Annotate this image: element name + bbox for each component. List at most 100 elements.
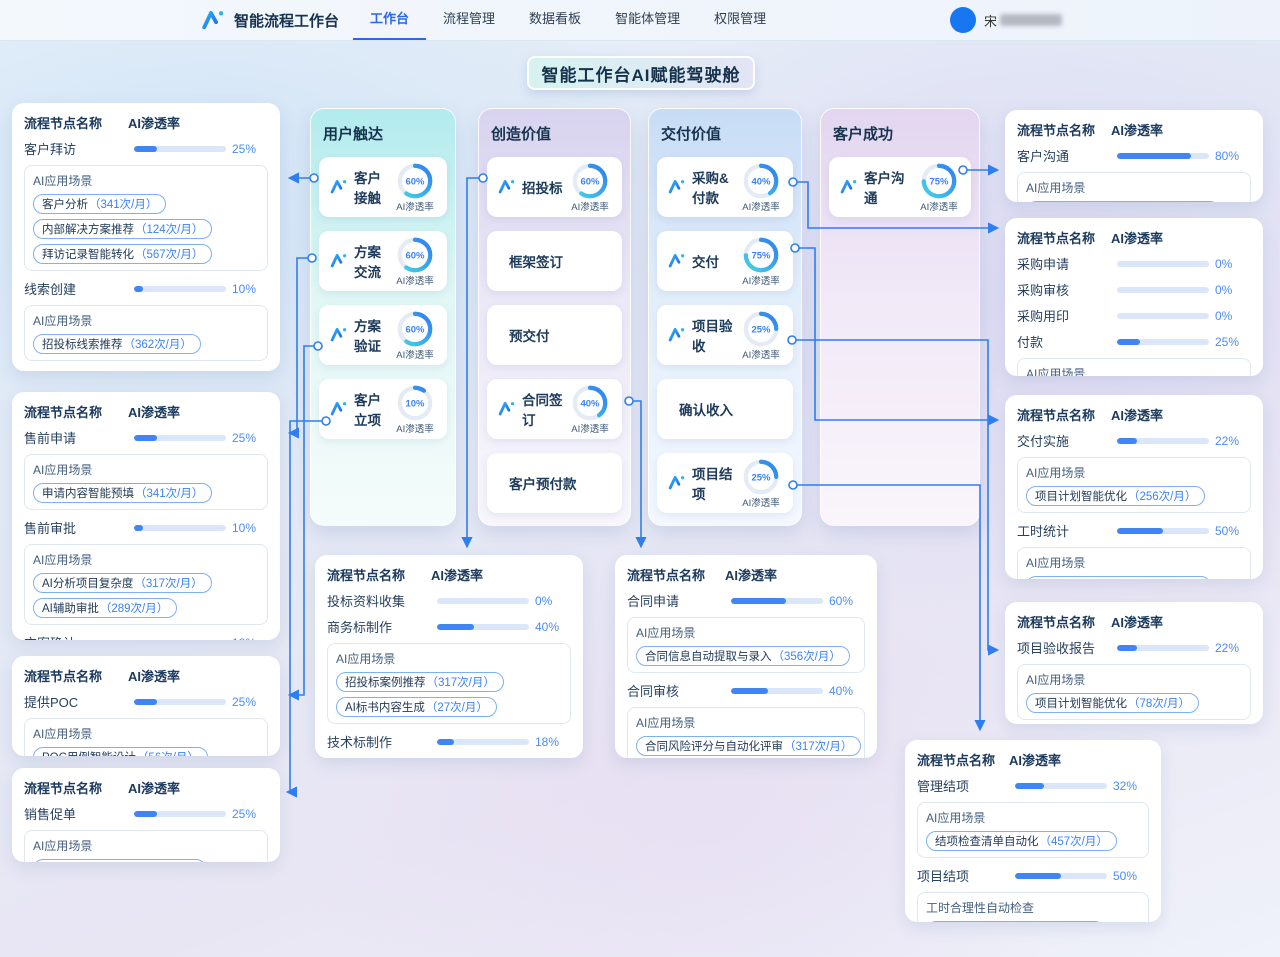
node-name: 合同签订 bbox=[522, 389, 566, 429]
tab-agent-mgmt[interactable]: 智能体管理 bbox=[598, 0, 697, 40]
node-revenue-confirm[interactable]: 确认收入 bbox=[657, 379, 793, 439]
tab-process-mgmt[interactable]: 流程管理 bbox=[426, 0, 512, 40]
avatar[interactable] bbox=[950, 7, 976, 33]
tab-data-dashboard[interactable]: 数据看板 bbox=[512, 0, 598, 40]
scenario-chip[interactable]: 内部解决方案推荐（124次/月） bbox=[33, 219, 212, 239]
scenario-label: AI应用场景 bbox=[33, 312, 259, 329]
tab-permission-mgmt[interactable]: 权限管理 bbox=[697, 0, 783, 40]
col-rate: AI渗透率 bbox=[1111, 612, 1251, 631]
node-solution-verify[interactable]: 方案验证 60%AI渗透率 bbox=[319, 305, 447, 365]
penetration-value: 0% bbox=[535, 594, 571, 608]
app-logo[interactable]: 智能流程工作台 bbox=[200, 7, 339, 34]
node-project-closing[interactable]: 项目结项 25%AI渗透率 bbox=[657, 453, 793, 513]
donut-label: AI渗透率 bbox=[920, 199, 957, 213]
process-node-name: 客户拜访 bbox=[24, 139, 128, 158]
scenario-chip[interactable]: 项目复盘智能分析（490次/月） bbox=[926, 921, 1105, 922]
scenario-chip[interactable]: 客户分析（341次/月） bbox=[33, 194, 166, 214]
col-rate: AI渗透率 bbox=[1111, 120, 1251, 139]
ai-scenario-box: AI应用场景 合同信息自动提取与录入（356次/月） bbox=[627, 617, 865, 673]
svg-text:40%: 40% bbox=[580, 398, 600, 409]
process-node-name: 方案确认 bbox=[24, 633, 128, 640]
process-row: 项目验收报告22% bbox=[1017, 638, 1251, 657]
col-node-name: 流程节点名称 bbox=[1017, 405, 1111, 424]
scenario-chip[interactable]: 工时合理性自动检查（78次/月） bbox=[1026, 576, 1211, 579]
node-bidding[interactable]: 招投标 60%AI渗透率 bbox=[487, 157, 622, 217]
scenario-chip[interactable]: AI辅助审批（289次/月） bbox=[33, 598, 177, 618]
node-delivery[interactable]: 交付 75%AI渗透率 bbox=[657, 231, 793, 291]
scenario-chip[interactable]: 最佳促单时机预测（56次/月） bbox=[33, 859, 206, 862]
svg-text:60%: 60% bbox=[405, 250, 425, 261]
node-pre-delivery[interactable]: 预交付 bbox=[487, 305, 622, 365]
svg-text:60%: 60% bbox=[405, 324, 425, 335]
node-name: 框架签订 bbox=[509, 251, 614, 271]
penetration-value: 25% bbox=[232, 431, 268, 445]
scenario-chip[interactable]: POC用例智能设计（56次/月） bbox=[33, 747, 208, 756]
scenario-label: 工时合理性自动检查 bbox=[926, 899, 1140, 916]
node-customer-initiation[interactable]: 客户立项 10%AI渗透率 bbox=[319, 379, 447, 439]
penetration-bar bbox=[1117, 261, 1209, 267]
ai-scenario-box: AI应用场景 POC用例智能设计（56次/月） bbox=[24, 718, 268, 756]
scenario-chip[interactable]: AI标书内容生成（27次/月） bbox=[336, 697, 497, 717]
process-row: 方案确认18% bbox=[24, 633, 268, 640]
node-customer-contact[interactable]: 客户接触 60%AI渗透率 bbox=[319, 157, 447, 217]
scenario-chip[interactable]: 拜访记录智能转化（567次/月） bbox=[33, 244, 212, 264]
node-contract-signing[interactable]: 合同签订 40%AI渗透率 bbox=[487, 379, 622, 439]
detail-card-bidding: 流程节点名称AI渗透率 投标资料收集0% 商务标制作40% AI应用场景 招投标… bbox=[315, 555, 583, 758]
penetration-value: 25% bbox=[232, 142, 268, 156]
stage-title: 客户成功 bbox=[833, 123, 967, 144]
scenario-chip[interactable]: 合同风险评分与自动化评审（317次/月） bbox=[636, 736, 861, 756]
stage-deliver-value: 交付价值 采购&付款 40%AI渗透率 交付 75%AI渗透率 项目验收 25%… bbox=[648, 108, 802, 526]
scenario-chip[interactable]: 结项检查清单自动化（457次/月） bbox=[926, 831, 1117, 851]
detail-card-contract: 流程节点名称AI渗透率 合同申请60% AI应用场景 合同信息自动提取与录入（3… bbox=[615, 555, 877, 758]
node-frame-signing[interactable]: 框架签订 bbox=[487, 231, 622, 291]
app-title: 智能流程工作台 bbox=[234, 10, 339, 31]
process-node-name: 合同审核 bbox=[627, 681, 725, 700]
process-row: 投标资料收集 0% bbox=[327, 591, 571, 610]
tab-workbench[interactable]: 工作台 bbox=[353, 0, 426, 40]
ai-logo-icon bbox=[667, 251, 687, 271]
scenario-chip[interactable]: 合同信息自动提取与录入（356次/月） bbox=[636, 646, 850, 666]
scenario-chip[interactable]: AI分析项目复杂度（317次/月） bbox=[33, 573, 212, 593]
process-row: 销售促单25% bbox=[24, 804, 268, 823]
node-customer-communication[interactable]: 客户沟通 75%AI渗透率 bbox=[829, 157, 971, 217]
penetration-bar bbox=[1117, 339, 1209, 345]
detail-card-sales-push: 流程节点名称AI渗透率 销售促单25% AI应用场景 最佳促单时机预测（56次/… bbox=[12, 768, 280, 862]
user-box[interactable]: 宋 bbox=[950, 7, 1062, 33]
col-node-name: 流程节点名称 bbox=[1017, 612, 1111, 631]
process-node-name: 投标资料收集 bbox=[327, 591, 431, 610]
col-node-name: 流程节点名称 bbox=[1017, 120, 1111, 139]
node-procurement-payment[interactable]: 采购&付款 40%AI渗透率 bbox=[657, 157, 793, 217]
process-row: 管理结项32% bbox=[917, 776, 1149, 795]
process-row: 合同申请60% bbox=[627, 591, 865, 610]
scenario-chip[interactable]: 招投标案例推荐（317次/月） bbox=[336, 672, 504, 692]
process-node-name: 售前审批 bbox=[24, 518, 128, 537]
scenario-chip[interactable]: 项目计划智能优化（78次/月） bbox=[1026, 693, 1199, 713]
col-rate: AI渗透率 bbox=[128, 113, 268, 132]
col-rate: AI渗透率 bbox=[1111, 228, 1251, 247]
process-node-name: 售前申请 bbox=[24, 428, 128, 447]
scenario-label: AI应用场景 bbox=[636, 714, 856, 731]
process-row: 合同审核40% bbox=[627, 681, 865, 700]
penetration-value: 22% bbox=[1215, 641, 1251, 655]
scenario-chip[interactable]: 招投标线索推荐（362次/月） bbox=[33, 334, 201, 354]
scenario-chip[interactable]: 申请内容智能预填（341次/月） bbox=[33, 483, 212, 503]
ai-logo-icon bbox=[329, 399, 349, 419]
scenario-chip[interactable]: 智能聊天客服/机器人（879次/月） bbox=[1026, 201, 1220, 202]
penetration-value: 50% bbox=[1113, 869, 1149, 883]
penetration-bar bbox=[1015, 783, 1107, 789]
donut-label: AI渗透率 bbox=[571, 199, 608, 213]
process-node-name: 提供POC bbox=[24, 692, 128, 711]
process-row: 客户拜访 25% bbox=[24, 139, 268, 158]
scenario-label: AI应用场景 bbox=[1026, 554, 1242, 571]
process-row: 工时统计50% bbox=[1017, 521, 1251, 540]
ai-logo-icon bbox=[497, 399, 517, 419]
donut-label: AI渗透率 bbox=[396, 199, 433, 213]
penetration-bar bbox=[1117, 528, 1209, 534]
ai-scenario-box: AI应用场景 客户分析（341次/月） 内部解决方案推荐（124次/月） 拜访记… bbox=[24, 165, 268, 271]
scenario-chip[interactable]: 项目计划智能优化（256次/月） bbox=[1026, 486, 1205, 506]
node-solution-exchange[interactable]: 方案交流 60%AI渗透率 bbox=[319, 231, 447, 291]
page-title: 智能工作台AI赋能驾驶舱 bbox=[527, 56, 755, 90]
node-customer-prepayment[interactable]: 客户预付款 bbox=[487, 453, 622, 513]
process-node-name: 项目结项 bbox=[917, 866, 1009, 885]
node-project-acceptance[interactable]: 项目验收 25%AI渗透率 bbox=[657, 305, 793, 365]
